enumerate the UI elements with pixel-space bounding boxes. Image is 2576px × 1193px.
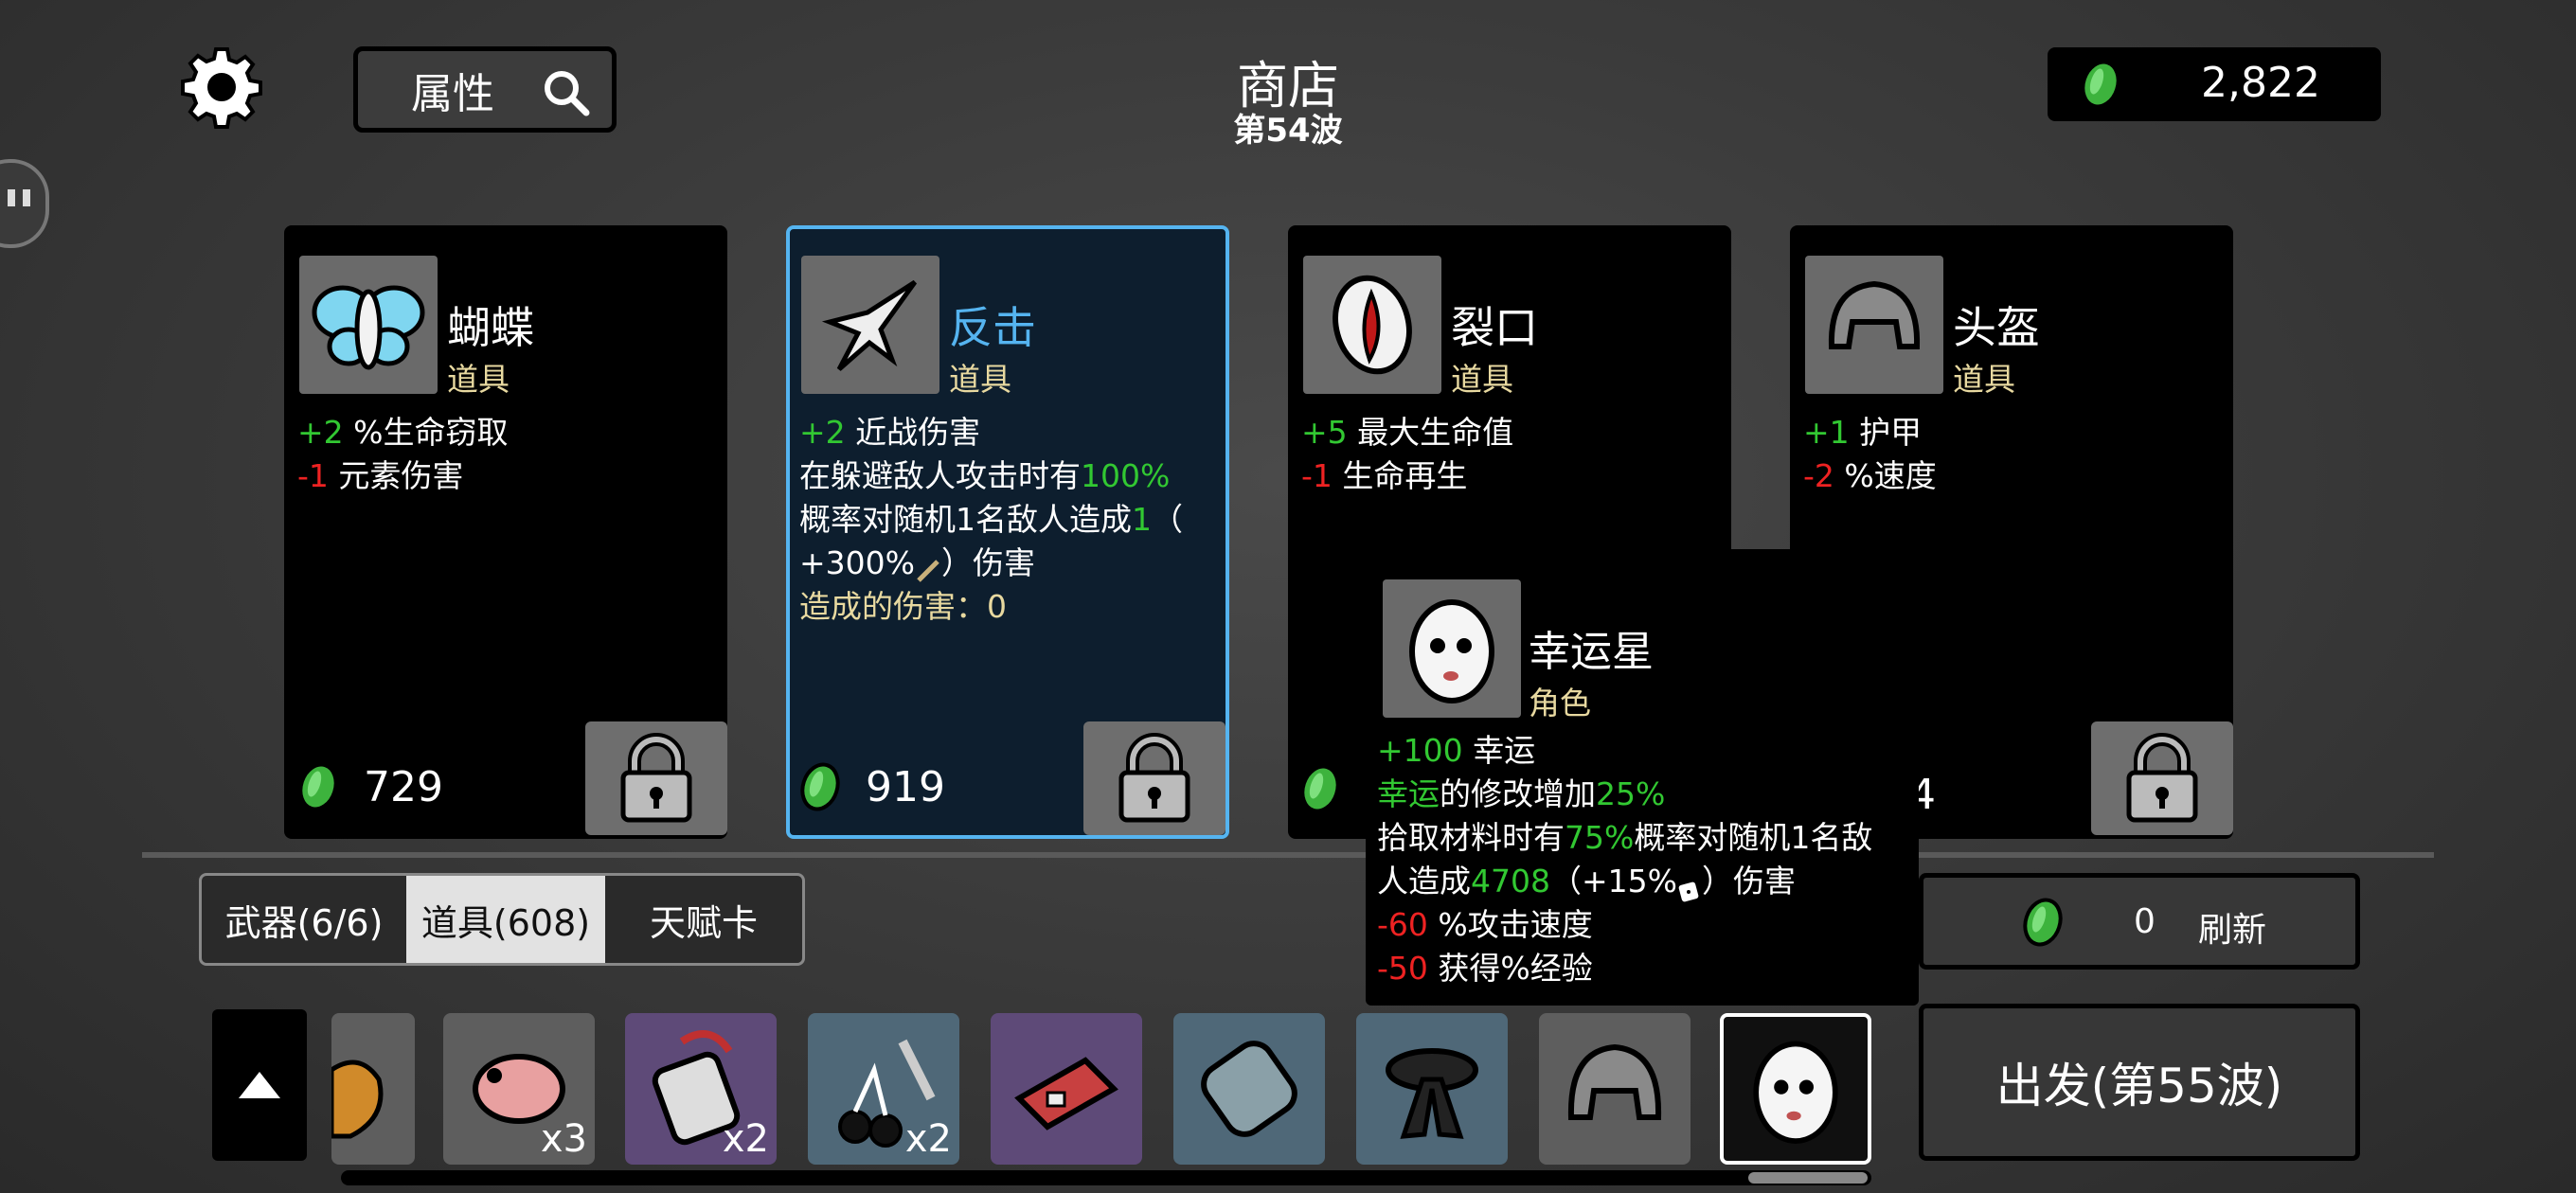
start-wave-button[interactable]: 出发(第55波)	[1919, 1004, 2360, 1161]
card-type: 道具	[949, 361, 1011, 398]
card-name: 反击	[949, 302, 1036, 353]
reroll-button[interactable]: 0 刷新	[1919, 873, 2360, 970]
padlock-icon	[620, 733, 692, 823]
wave-indicator: 第54波	[1233, 112, 1343, 150]
card-name: 裂口	[1451, 302, 1538, 353]
helmet-icon	[1805, 256, 1943, 394]
card-description: +5 最大生命值 -1 生命再生	[1301, 411, 1718, 498]
card-price: 919	[866, 763, 945, 811]
card-description: +1 护甲 -2 %速度	[1803, 411, 2220, 498]
material-coin-icon	[1300, 764, 1340, 813]
effect-line: 概率对随机1名敌人造成1（	[799, 501, 1183, 538]
stat-line: +100 幸运	[1377, 732, 1536, 769]
tab-weapons[interactable]: 武器(6/6)	[202, 876, 406, 963]
inventory-slot[interactable]: x2	[625, 1013, 777, 1165]
divider	[142, 852, 2434, 858]
card-description: +2 %生命窃取 -1 元素伤害	[297, 411, 714, 498]
arrow-up-icon	[239, 1072, 280, 1098]
card-type: 道具	[1451, 361, 1513, 398]
stat-line: -2 %速度	[1803, 457, 1937, 494]
rip-icon	[1303, 256, 1441, 394]
tooltip-name: 幸运星	[1529, 628, 1654, 676]
helmet-icon	[1567, 1043, 1662, 1120]
inventory-slot-selected[interactable]	[1720, 1013, 1871, 1165]
counter-attack-icon	[801, 256, 939, 394]
inventory-slot[interactable]	[1173, 1013, 1325, 1165]
card-description: +2 近战伤害 在躲避敌人攻击时有100% 概率对随机1名敌人造成1（ +300…	[799, 411, 1216, 629]
inventory-slot[interactable]	[991, 1013, 1142, 1165]
item-tooltip: 幸运星 角色 +100 幸运 幸运的修改增加25% 拾取材料时有75%概率对随机…	[1366, 549, 1919, 1006]
damage-dealt-line: 造成的伤害：0	[799, 588, 1007, 625]
item-count: x3	[540, 1117, 587, 1161]
material-coin-icon	[2023, 898, 2063, 947]
card-price: 729	[364, 763, 443, 811]
chain-icon	[1201, 1041, 1297, 1137]
tooltip-type: 角色	[1529, 685, 1591, 721]
reroll-price: 0	[2134, 902, 2156, 941]
card-type: 道具	[1953, 361, 2015, 398]
material-coin-icon	[800, 762, 840, 811]
gold-amount: 2,822	[2201, 59, 2320, 107]
lock-button[interactable]	[2091, 721, 2233, 835]
black-belt-icon	[1386, 1048, 1478, 1139]
stat-line: -50 获得%经验	[1377, 950, 1593, 987]
effect-line: +300% ）伤害	[799, 544, 1035, 582]
item-count: x2	[722, 1117, 769, 1161]
attributes-search-button[interactable]: 属性	[353, 46, 617, 133]
lucky-egg-icon	[1753, 1041, 1838, 1144]
butterfly-icon	[299, 256, 438, 394]
reroll-label: 刷新	[2198, 911, 2267, 950]
lock-button[interactable]	[1083, 721, 1225, 835]
inventory-slot[interactable]: x3	[443, 1013, 595, 1165]
effect-line: 幸运的修改增加25%	[1377, 775, 1666, 812]
item-count: x2	[904, 1117, 952, 1161]
stat-line: -1 元素伤害	[297, 457, 464, 494]
inventory-slot[interactable]	[1539, 1013, 1690, 1165]
inventory-slot[interactable]: x2	[808, 1013, 959, 1165]
card-type: 道具	[447, 361, 510, 398]
lucky-egg-icon	[1383, 579, 1521, 718]
inventory-slot[interactable]	[329, 1013, 415, 1165]
gold-display: 2,822	[2048, 47, 2381, 121]
tab-talents[interactable]: 天赋卡	[605, 876, 802, 963]
padlock-icon	[2126, 733, 2198, 823]
tooltip-description: +100 幸运 幸运的修改增加25% 拾取材料时有75%概率对随机1名敌 人造成…	[1377, 729, 1907, 990]
effect-line: 在躲避敌人攻击时有100%	[799, 457, 1171, 494]
shop-card-counter-attack[interactable]: 反击 道具 +2 近战伤害 在躲避敌人攻击时有100% 概率对随机1名敌人造成1…	[786, 225, 1229, 839]
material-coin-icon	[298, 762, 338, 811]
tab-items[interactable]: 道具(608)	[406, 876, 605, 963]
card-name: 蝴蝶	[447, 302, 534, 353]
settings-gear-icon[interactable]	[180, 45, 263, 129]
melee-damage-icon	[915, 552, 941, 582]
inventory-slot[interactable]	[1356, 1013, 1508, 1165]
card-name: 头盔	[1953, 302, 2040, 353]
scrollbar-thumb[interactable]	[1748, 1172, 1868, 1184]
expand-inventory-button[interactable]	[212, 1009, 307, 1161]
stat-line: +2 %生命窃取	[297, 414, 509, 451]
material-coin-icon	[2081, 60, 2120, 109]
stat-line: -1 生命再生	[1301, 457, 1468, 494]
partial-item-icon	[329, 1059, 384, 1139]
stat-line: +1 护甲	[1803, 414, 1923, 451]
side-menu-button[interactable]	[0, 159, 49, 248]
luck-dice-icon	[1677, 871, 1702, 901]
stat-line: -60 %攻击速度	[1377, 906, 1593, 943]
effect-line: 人造成4708（+15% ）伤害	[1377, 860, 1907, 903]
stat-line: +2 近战伤害	[799, 414, 981, 451]
stat-line: +5 最大生命值	[1301, 414, 1514, 451]
face-icon	[8, 189, 30, 206]
inventory-scrollbar[interactable]	[341, 1170, 1871, 1185]
toolbox-icon	[1014, 1057, 1118, 1131]
search-icon	[545, 71, 590, 116]
inventory-tabs: 武器(6/6) 道具(608) 天赋卡	[199, 873, 805, 966]
padlock-icon	[1118, 733, 1190, 823]
effect-line: 拾取材料时有75%概率对随机1名敌	[1377, 819, 1873, 856]
lock-button[interactable]	[585, 721, 727, 835]
attributes-label: 属性	[411, 69, 494, 118]
shop-card-butterfly[interactable]: 蝴蝶 道具 +2 %生命窃取 -1 元素伤害 729	[284, 225, 727, 839]
